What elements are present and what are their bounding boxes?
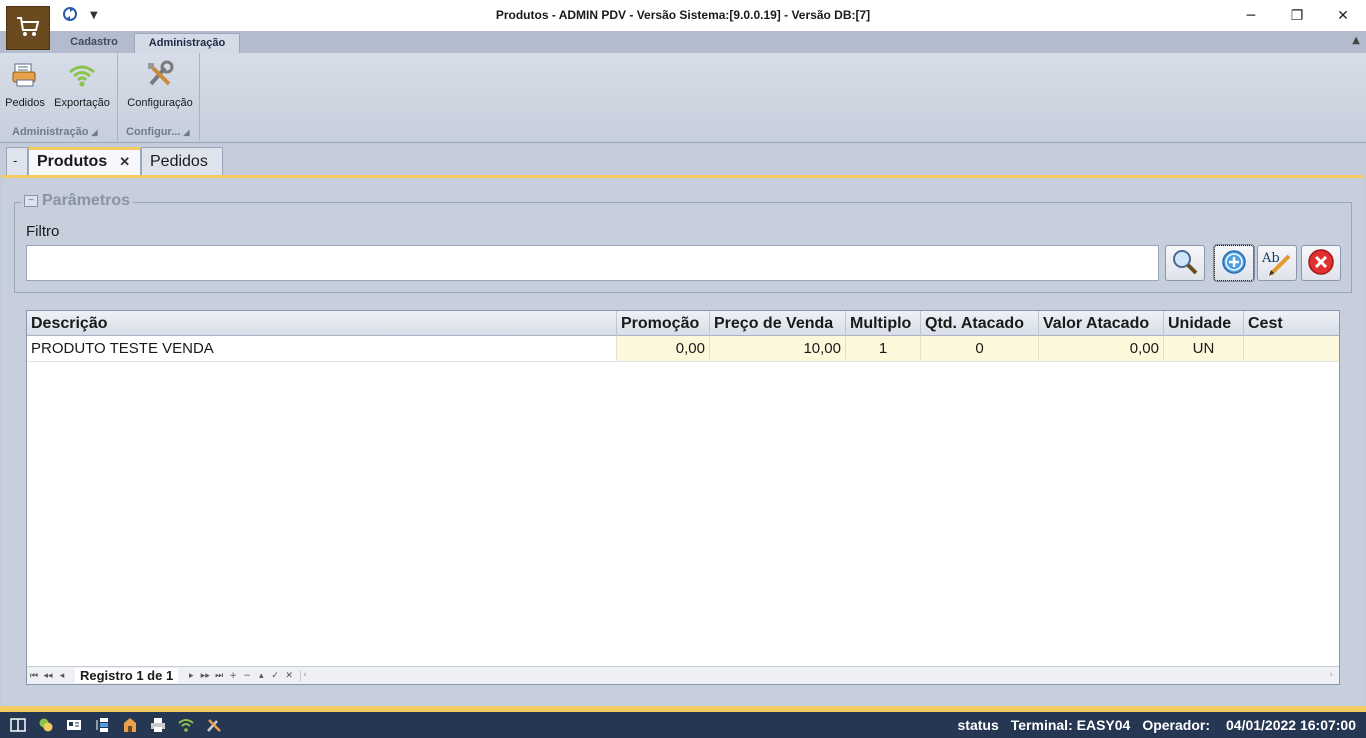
printer-icon xyxy=(9,59,41,91)
wifi-icon[interactable] xyxy=(176,716,196,734)
last-page-icon[interactable]: ⏭ xyxy=(212,671,226,681)
cell-qtd-atacado[interactable]: 0 xyxy=(921,336,1039,361)
sitemap-icon[interactable] xyxy=(92,716,112,734)
cell-preco-venda[interactable]: 10,00 xyxy=(710,336,846,361)
ribbon-group-administracao: Pedidos Exportação Administração ◢ xyxy=(0,53,118,141)
window-title: Produtos - ADMIN PDV - Versão Sistema:[9… xyxy=(495,8,871,22)
document-tab-bar: - Produtos ✕ Pedidos xyxy=(0,143,1366,175)
prev-page-icon[interactable]: ◂◂ xyxy=(41,671,55,681)
add-button[interactable] xyxy=(1213,244,1255,282)
tab-produtos[interactable]: Produtos ✕ xyxy=(28,147,141,175)
insert-record-icon[interactable]: + xyxy=(226,671,240,681)
scroll-left-icon[interactable]: ‹ xyxy=(303,670,307,680)
minimize-button[interactable]: ─ xyxy=(1228,0,1274,31)
restore-button[interactable]: ❐ xyxy=(1274,0,1320,31)
tab-collapse-button[interactable]: - xyxy=(6,147,28,175)
configuracao-button[interactable]: Configuração xyxy=(125,59,195,109)
application-menu-button[interactable] xyxy=(6,6,50,50)
group-label-configuracao: Configur... ◢ xyxy=(126,126,190,138)
column-header-promocao[interactable]: Promoção xyxy=(617,311,710,336)
collapse-icon[interactable]: − xyxy=(24,195,38,207)
first-page-icon[interactable]: ⏮ xyxy=(27,671,41,681)
produtos-panel: − Parâmetros Filtro Ab Descrição Promoçã… xyxy=(2,175,1364,706)
column-header-preco-venda[interactable]: Preço de Venda xyxy=(710,311,846,336)
tab-administracao[interactable]: Administração xyxy=(134,33,240,53)
wifi-icon xyxy=(66,59,98,91)
dialog-launcher-icon[interactable]: ◢ xyxy=(183,128,189,137)
chevron-up-icon[interactable]: ▲ xyxy=(1352,35,1360,46)
cart-icon xyxy=(15,15,41,42)
next-record-icon[interactable]: ▸ xyxy=(184,671,198,681)
pedidos-button[interactable]: Pedidos xyxy=(4,59,46,109)
status-bar: status Terminal: EASY04 Operador: 04/01/… xyxy=(0,712,1366,738)
horizontal-scrollbar[interactable]: ‹ › xyxy=(300,669,1335,682)
parametros-group: − Parâmetros Filtro Ab xyxy=(14,192,1352,293)
column-header-valor-atacado[interactable]: Valor Atacado xyxy=(1039,311,1164,336)
cell-unidade[interactable]: UN xyxy=(1164,336,1244,361)
close-icon[interactable]: ✕ xyxy=(119,154,130,169)
pedidos-label: Pedidos xyxy=(5,97,45,109)
datetime-text: 04/01/2022 16:07:00 xyxy=(1226,717,1356,733)
layout-icon[interactable] xyxy=(8,716,28,734)
ribbon-tab-bar: Cadastro Administração ▲ xyxy=(0,31,1366,53)
group-label-administracao: Administração ◢ xyxy=(12,126,98,138)
tab-produtos-label: Produtos xyxy=(37,153,108,170)
plus-icon xyxy=(1220,248,1248,279)
cash-icon[interactable] xyxy=(36,716,56,734)
cell-promocao[interactable]: 0,00 xyxy=(617,336,710,361)
printer-icon[interactable] xyxy=(148,716,168,734)
cell-descricao[interactable]: PRODUTO TESTE VENDA xyxy=(27,336,617,361)
configuracao-label: Configuração xyxy=(127,97,193,109)
column-header-qtd-atacado[interactable]: Qtd. Atacado xyxy=(921,311,1039,336)
edit-text-icon: Ab xyxy=(1261,248,1293,279)
svg-text:Ab: Ab xyxy=(1261,251,1280,266)
tools-icon[interactable] xyxy=(204,716,224,734)
filtro-label: Filtro xyxy=(26,223,60,240)
cell-cest[interactable] xyxy=(1244,336,1339,361)
prev-record-icon[interactable]: ◂ xyxy=(55,671,69,681)
filtro-input[interactable] xyxy=(26,245,1159,281)
terminal-text: Terminal: EASY04 xyxy=(1010,717,1131,733)
produtos-grid: Descrição Promoção Preço de Venda Multip… xyxy=(26,310,1340,685)
exportacao-button[interactable]: Exportação xyxy=(52,59,112,109)
next-page-icon[interactable]: ▸▸ xyxy=(198,671,212,681)
cancel-record-icon[interactable]: ✕ xyxy=(282,671,296,681)
grid-navigator: ⏮ ◂◂ ◂ Registro 1 de 1 ▸ ▸▸ ⏭ + − ▴ ✓ ✕ … xyxy=(27,666,1339,684)
table-row[interactable]: PRODUTO TESTE VENDA 0,00 10,00 1 0 0,00 … xyxy=(27,336,1339,362)
delete-record-icon[interactable]: − xyxy=(240,671,254,681)
operator-text: Operador: xyxy=(1142,717,1210,733)
ribbon-body: Pedidos Exportação Administração ◢ Config… xyxy=(0,53,1366,143)
edit-record-icon[interactable]: ▴ xyxy=(254,671,268,681)
status-text: status xyxy=(957,717,999,733)
tab-pedidos[interactable]: Pedidos xyxy=(141,147,223,175)
edit-button[interactable]: Ab xyxy=(1257,245,1297,281)
cancel-icon xyxy=(1307,248,1335,279)
close-button[interactable]: ✕ xyxy=(1320,0,1366,31)
column-header-descricao[interactable]: Descrição xyxy=(27,311,617,336)
cell-valor-atacado[interactable]: 0,00 xyxy=(1039,336,1164,361)
search-button[interactable] xyxy=(1165,245,1205,281)
column-header-multiplo[interactable]: Multiplo xyxy=(846,311,921,336)
cell-multiplo[interactable]: 1 xyxy=(846,336,921,361)
parametros-title: − Parâmetros xyxy=(21,192,134,210)
post-record-icon[interactable]: ✓ xyxy=(268,671,282,681)
store-icon[interactable] xyxy=(120,716,140,734)
column-header-unidade[interactable]: Unidade xyxy=(1164,311,1244,336)
tools-icon xyxy=(144,59,176,91)
record-indicator: Registro 1 de 1 xyxy=(75,668,179,683)
title-bar: ▼ Produtos - ADMIN PDV - Versão Sistema:… xyxy=(0,0,1366,31)
scroll-right-icon[interactable]: › xyxy=(1329,670,1333,680)
tab-cadastro[interactable]: Cadastro xyxy=(58,33,130,53)
delete-button[interactable] xyxy=(1301,245,1341,281)
dialog-launcher-icon[interactable]: ◢ xyxy=(91,128,97,137)
column-header-cest[interactable]: Cest xyxy=(1244,311,1339,336)
magnifier-icon xyxy=(1171,248,1199,279)
exportacao-label: Exportação xyxy=(54,97,110,109)
id-card-icon[interactable] xyxy=(64,716,84,734)
grid-header: Descrição Promoção Preço de Venda Multip… xyxy=(27,311,1339,336)
ribbon-group-configuracao: Configuração Configur... ◢ xyxy=(119,53,200,141)
